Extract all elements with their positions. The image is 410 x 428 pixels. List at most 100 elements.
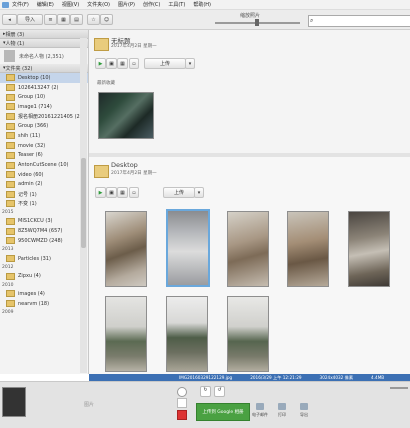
sidebar-item-folder[interactable]: Group (10) [0,92,88,102]
menu-help[interactable]: 帮助(H) [193,1,211,8]
play-icon: ▶ [98,189,103,196]
zoom-slider[interactable] [215,19,300,26]
tray-slider[interactable] [390,387,408,389]
sidebar-item-folder[interactable]: video (60) [0,170,88,180]
folder-icon [6,200,15,208]
photo-thumbnail[interactable] [105,296,147,372]
email-button[interactable]: 电子邮件 [252,403,268,418]
share-dropdown[interactable]: ▾ [185,58,195,69]
sidebar-item-folder[interactable]: movie (32) [0,141,88,151]
menu-view[interactable]: 视图(V) [62,1,79,8]
grid-icon: ▦ [61,16,66,23]
star-filter-button[interactable]: ☆ [87,14,100,25]
tray-action-button[interactable] [177,387,187,397]
menu-picture[interactable]: 图片(P) [118,1,135,8]
upload-google-photos-button[interactable]: 上传到 Google 相册 [196,403,250,421]
sidebar-item-folder[interactable]: Zipxu (4) [0,271,88,281]
menu-create[interactable]: 创作(C) [143,1,160,8]
export-button[interactable]: 导出 [296,403,312,418]
collage-button[interactable]: ▣ [106,58,117,69]
folder-list-2013: Particles (31) [0,254,88,264]
main-content: 无标题 2017年4月2日 星期一 ▶ ▣ ▦ ▫ 上传 ▾ 最新收藏 Desk… [89,30,410,374]
remove-button[interactable] [177,410,187,420]
import-button[interactable]: 导入 [17,14,43,25]
collage-button[interactable]: ▣ [106,187,117,198]
rotate-right-icon[interactable]: ↻ [200,386,211,397]
view-list-button[interactable]: ≡ [44,14,57,25]
photo-thumbnail[interactable] [287,211,329,287]
view-grid-button[interactable]: ▦ [57,14,70,25]
folder-list-2015: MIS1CKCU (3) 8Z5WQ7M4 (657) 950CWMZD (248) [0,217,88,246]
folder-icon [6,132,15,140]
disabled-button: ▫ [129,58,139,69]
sidebar-item-folder[interactable]: MIS1CKCU (3) [0,217,88,227]
sidebar-scrollbar[interactable] [80,38,87,373]
folder-icon [6,74,15,82]
share-button[interactable]: 上传 [144,58,186,69]
section-people[interactable]: ▾ 人物 (1) [0,39,88,48]
menu-folder[interactable]: 文件夹(O) [87,1,110,8]
section-folders[interactable]: ▾ 文件夹 (32) [0,64,88,73]
sidebar-item-folder[interactable]: 1026413247 (2) [0,83,88,93]
play-icon: ▶ [98,60,103,67]
sidebar-item-label: admin (2) [18,181,43,188]
share-button[interactable]: 上传 [163,187,195,198]
folder-icon [6,84,15,92]
tray-hint: 图片 [84,402,95,408]
section-albums[interactable]: ▸ 相册 (3) [0,30,88,39]
photo-thumbnail[interactable] [227,296,269,372]
sidebar-item-folder[interactable]: 报名相册20161221405 (24) [0,112,88,122]
person-icon: ☺ [103,16,110,23]
photo-tray: 图片 ↻ ↺ 上传到 Google 相册 电子邮件 打印 导出 [0,381,410,428]
photo-thumbnail[interactable] [105,211,147,287]
sidebar-item-folder[interactable]: Particles (31) [0,254,88,264]
folder-2-date: 2017年4月2日 星期一 [111,171,157,176]
sidebar-item-folder[interactable]: 8Z5WQ7M4 (657) [0,226,88,236]
photo-thumbnail[interactable] [98,92,154,139]
menu-tools[interactable]: 工具(T) [168,1,185,8]
year-2013: 2013 [2,247,14,253]
folder-icon [94,38,109,51]
movie-button[interactable]: ▦ [117,58,128,69]
zoom-slider-handle[interactable] [255,19,259,26]
folder-icon [6,217,15,225]
person-item[interactable]: 未命名人物 (2,351) [0,48,88,64]
print-button[interactable]: 打印 [274,403,290,418]
rotate-left-icon[interactable]: ↺ [214,386,225,397]
sidebar-item-label: Group (366) [18,123,49,130]
sidebar-item-folder[interactable]: Teaser (6) [0,151,88,161]
sidebar-scrollbar-thumb[interactable] [81,158,86,248]
rotate-left-icon[interactable] [177,398,187,408]
sidebar-item-folder[interactable]: nearvm (18) [0,299,88,309]
photo-thumbnail[interactable] [166,296,208,372]
play-button[interactable]: ▶ [95,58,106,69]
back-button[interactable]: ◂ [2,14,17,25]
view-detail-button[interactable]: ▤ [70,14,83,25]
person-label: 未命名人物 (2,351) [19,53,64,60]
share-dropdown[interactable]: ▾ [194,187,204,198]
menu-file[interactable]: 文件(F) [12,1,29,8]
sidebar-item-folder[interactable]: 950CWMZD (248) [0,236,88,246]
status-date: 2016/3/29 上午 12:21:29 [250,374,302,380]
sidebar-item-folder[interactable]: Desktop (10) [0,73,88,83]
photo-thumbnail[interactable] [227,211,269,287]
sidebar-item-folder[interactable]: Group (366) [0,121,88,131]
sidebar-item-folder[interactable]: images (4) [0,289,88,299]
sidebar-item-folder[interactable]: AntonCutScene (10) [0,160,88,170]
sidebar-item-folder[interactable]: 记号 (1) [0,189,88,199]
photo-thumbnail-selected[interactable] [166,209,210,287]
sidebar-item-folder[interactable]: shih (11) [0,131,88,141]
photo-thumbnail[interactable] [348,211,390,287]
sidebar-item-folder[interactable]: 不变 (1) [0,199,88,209]
tray-thumbnail[interactable] [2,387,26,417]
menu-edit[interactable]: 编辑(E) [37,1,54,8]
sidebar-item-folder[interactable]: image1 (714) [0,102,88,112]
sidebar-item-folder[interactable]: admin (2) [0,180,88,190]
search-input[interactable]: ⌕ [308,15,410,27]
play-button[interactable]: ▶ [95,187,106,198]
folder-icon [6,255,15,263]
email-icon [256,403,264,410]
movie-button[interactable]: ▦ [117,187,128,198]
person-filter-button[interactable]: ☺ [100,14,113,25]
sidebar-item-label: Zipxu (4) [18,273,41,280]
